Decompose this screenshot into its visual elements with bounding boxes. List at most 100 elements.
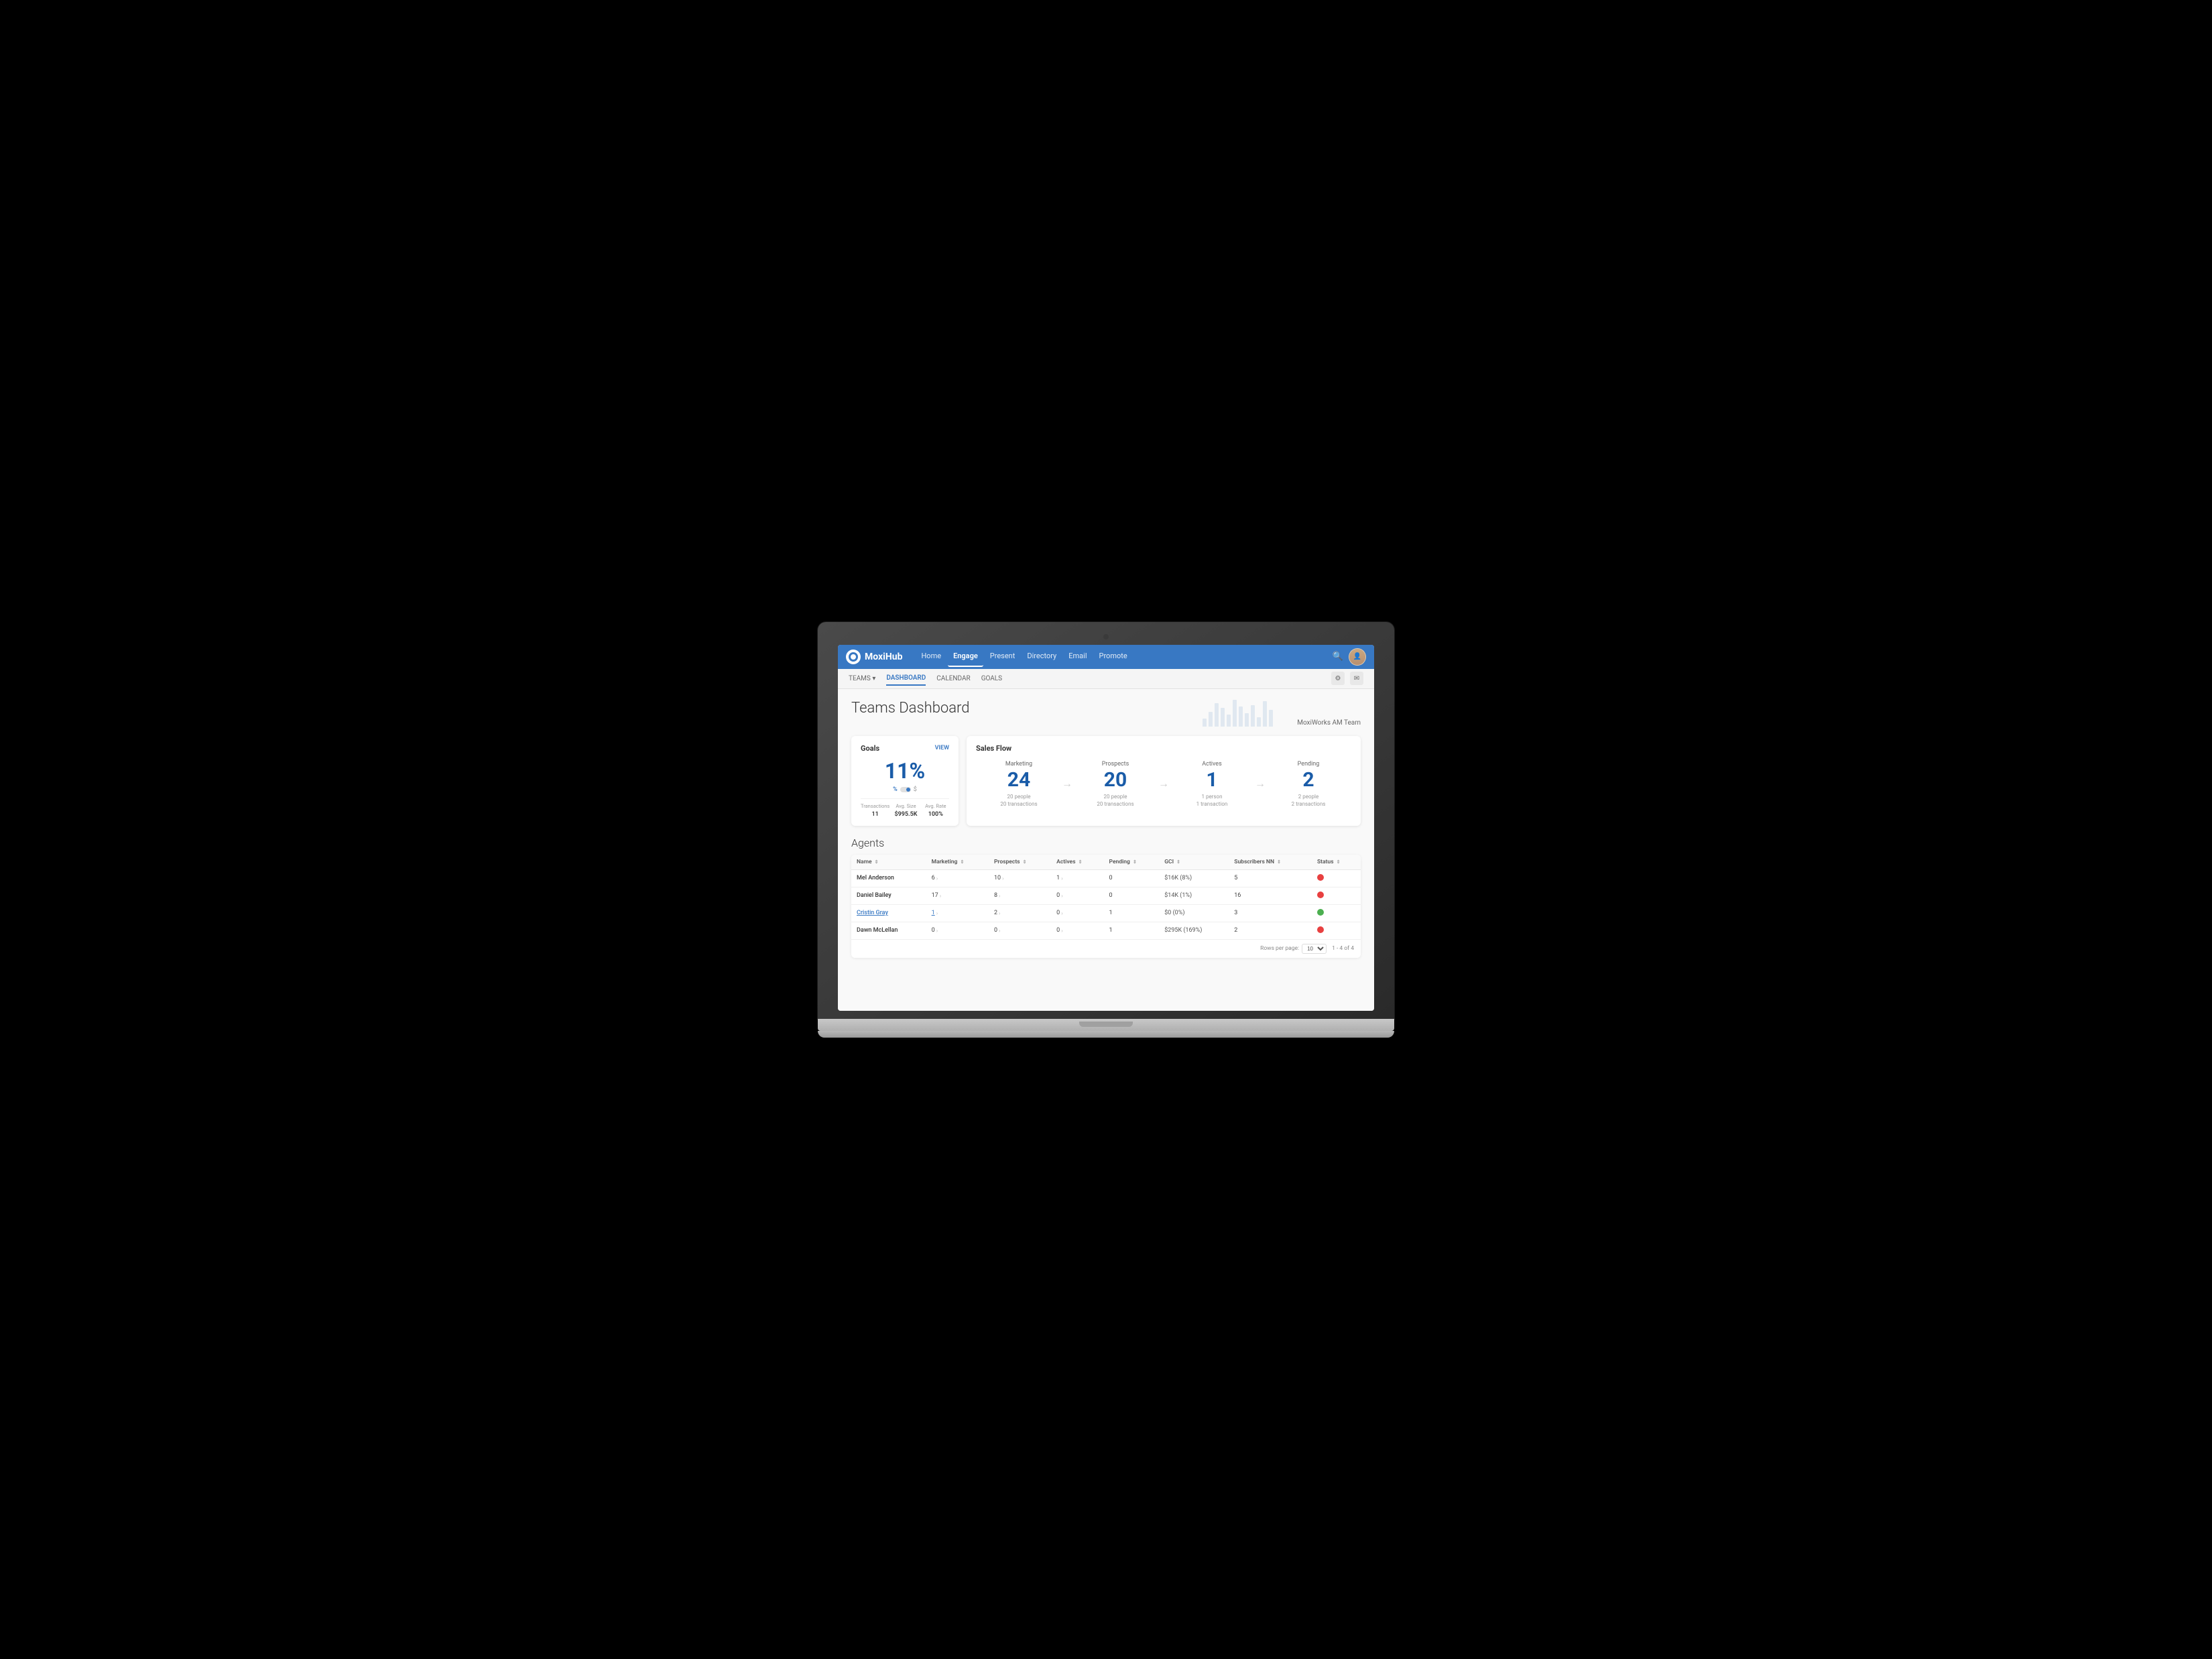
flow-prospects-sub: 20 people 20 transactions	[1078, 793, 1153, 808]
agent-actives-1: 0 ›	[1051, 887, 1103, 904]
agent-marketing-2: 1 ›	[926, 904, 989, 922]
agent-subscribers-3: 2	[1229, 922, 1312, 939]
main-content: Teams Dashboard	[838, 689, 1374, 1011]
chart-decoration	[1203, 700, 1273, 727]
agent-actives-3: 0 ›	[1051, 922, 1103, 939]
sales-flow-card: Sales Flow Marketing 24 20 people 20 tra…	[967, 736, 1361, 826]
flow-arrow-1: →	[1062, 758, 1072, 790]
flow-prospects: Prospects 20 20 people 20 transactions	[1072, 758, 1158, 810]
sort-status-icon: ⇕	[1337, 859, 1341, 865]
agent-marketing-0: 6 ›	[926, 869, 989, 887]
subnav-calendar[interactable]: CALENDAR	[936, 672, 970, 685]
search-icon[interactable]: 🔍	[1333, 652, 1343, 662]
agent-prospects-0: 10 ›	[989, 869, 1051, 887]
flow-pending-sub: 2 people 2 transactions	[1271, 793, 1346, 808]
pagination-info: 1 - 4 of 4	[1332, 945, 1354, 952]
sub-nav: TEAMS ▾ DASHBOARD CALENDAR GOALS ⚙ ✉	[838, 669, 1374, 689]
flow-actives-number: 1	[1174, 770, 1249, 790]
nav-email[interactable]: Email	[1063, 646, 1092, 667]
goals-avg-size: Avg. Size $995.5K	[892, 803, 919, 818]
agent-pending-3: 1	[1104, 922, 1160, 939]
th-prospects[interactable]: Prospects ⇕	[989, 855, 1051, 870]
th-pending[interactable]: Pending ⇕	[1104, 855, 1160, 870]
th-subscribers[interactable]: Subscribers NN ⇕	[1229, 855, 1312, 870]
table-header: Name ⇕ Marketing ⇕ Prospects	[851, 855, 1361, 870]
flow-pending-number: 2	[1271, 770, 1346, 790]
table-row: Cristin Gray 1 ›	[851, 904, 1361, 922]
agents-title: Agents	[851, 837, 1361, 849]
agent-actives-2: 0 ›	[1051, 904, 1103, 922]
flow-pending-label: Pending	[1271, 761, 1346, 767]
logo-text: MoxiHub	[865, 652, 902, 662]
flow-actives-label: Actives	[1174, 761, 1249, 767]
nav-directory[interactable]: Directory	[1022, 646, 1062, 667]
agent-pending-2: 1	[1104, 904, 1160, 922]
agent-marketing-3: 0 ›	[926, 922, 989, 939]
top-nav: MoxiHub Home Engage Present Directory Em…	[838, 645, 1374, 669]
th-marketing[interactable]: Marketing ⇕	[926, 855, 989, 870]
agent-prospects-1: 8 ›	[989, 887, 1051, 904]
agent-name-2[interactable]: Cristin Gray	[851, 904, 926, 922]
agent-subscribers-2: 3	[1229, 904, 1312, 922]
avg-size-value: $995.5K	[894, 811, 917, 818]
flow-prospects-number: 20	[1078, 770, 1153, 790]
th-actives[interactable]: Actives ⇕	[1051, 855, 1103, 870]
settings-icon[interactable]: ⚙	[1331, 672, 1345, 685]
goals-toggles: % $	[861, 786, 949, 793]
agent-status-1	[1312, 887, 1361, 904]
goals-percent: 11%	[861, 758, 949, 784]
nav-present[interactable]: Present	[985, 646, 1021, 667]
nav-links: Home Engage Present Directory Email Prom…	[916, 646, 1332, 667]
sales-flow-header: Sales Flow	[976, 744, 1351, 753]
nav-promote[interactable]: Promote	[1094, 646, 1133, 667]
table-row: Daniel Bailey 17 ›	[851, 887, 1361, 904]
table-row: Dawn McLellan 0 ›	[851, 922, 1361, 939]
avg-rate-label: Avg. Rate	[922, 803, 949, 809]
table-footer: Rows per page: 10 25 50 1 - 4 of 4	[851, 939, 1361, 958]
mail-icon[interactable]: ✉	[1350, 672, 1363, 685]
agent-gci-3: $295K (169%)	[1159, 922, 1229, 939]
th-gci[interactable]: GCI ⇕	[1159, 855, 1229, 870]
nav-home[interactable]: Home	[916, 646, 946, 667]
agent-pending-1: 0	[1104, 887, 1160, 904]
laptop-camera	[1103, 634, 1109, 639]
goals-toggle[interactable]	[900, 787, 911, 792]
sort-subscribers-icon: ⇕	[1277, 859, 1281, 865]
logo[interactable]: MoxiHub	[846, 650, 902, 664]
sub-nav-left: TEAMS ▾ DASHBOARD CALENDAR GOALS	[849, 672, 1002, 686]
subnav-goals[interactable]: GOALS	[981, 672, 1002, 685]
agents-section: Agents Name ⇕	[851, 837, 1361, 958]
flow-marketing-number: 24	[981, 770, 1056, 790]
flow-marketing: Marketing 24 20 people 20 transactions	[976, 758, 1062, 810]
laptop-bottom	[818, 1031, 1394, 1038]
th-name[interactable]: Name ⇕	[851, 855, 926, 870]
status-dot-red	[1317, 874, 1324, 881]
agent-name-0[interactable]: Mel Anderson	[851, 869, 926, 887]
table-row: Mel Anderson 6 ›	[851, 869, 1361, 887]
agent-name-1[interactable]: Daniel Bailey	[851, 887, 926, 904]
th-status[interactable]: Status ⇕	[1312, 855, 1361, 870]
agent-name-3[interactable]: Dawn McLellan	[851, 922, 926, 939]
subnav-teams[interactable]: TEAMS ▾	[849, 672, 875, 685]
sort-gci-icon: ⇕	[1176, 859, 1180, 865]
flow-marketing-sub: 20 people 20 transactions	[981, 793, 1056, 808]
flow-actives: Actives 1 1 person 1 transaction	[1169, 758, 1255, 810]
subnav-dashboard[interactable]: DASHBOARD	[886, 672, 926, 686]
agent-prospects-3: 0 ›	[989, 922, 1051, 939]
goals-view-link[interactable]: VIEW	[935, 745, 949, 751]
laptop-base	[818, 1019, 1394, 1031]
rows-per-page-select[interactable]: 10 25 50	[1302, 944, 1327, 954]
agent-gci-0: $16K (8%)	[1159, 869, 1229, 887]
nav-engage[interactable]: Engage	[948, 646, 983, 667]
toggle-pct-label[interactable]: %	[893, 786, 898, 793]
nav-right: 🔍 👤	[1333, 648, 1366, 666]
agent-status-0	[1312, 869, 1361, 887]
flow-prospects-label: Prospects	[1078, 761, 1153, 767]
agents-table: Name ⇕ Marketing ⇕ Prospects	[851, 855, 1361, 958]
avg-rate-value: 100%	[928, 811, 943, 818]
user-avatar[interactable]: 👤	[1349, 648, 1366, 666]
goals-card-header: Goals VIEW	[861, 744, 949, 753]
toggle-dollar-label[interactable]: $	[914, 786, 917, 793]
sort-prospects-icon: ⇕	[1023, 859, 1027, 865]
agent-subscribers-1: 16	[1229, 887, 1312, 904]
